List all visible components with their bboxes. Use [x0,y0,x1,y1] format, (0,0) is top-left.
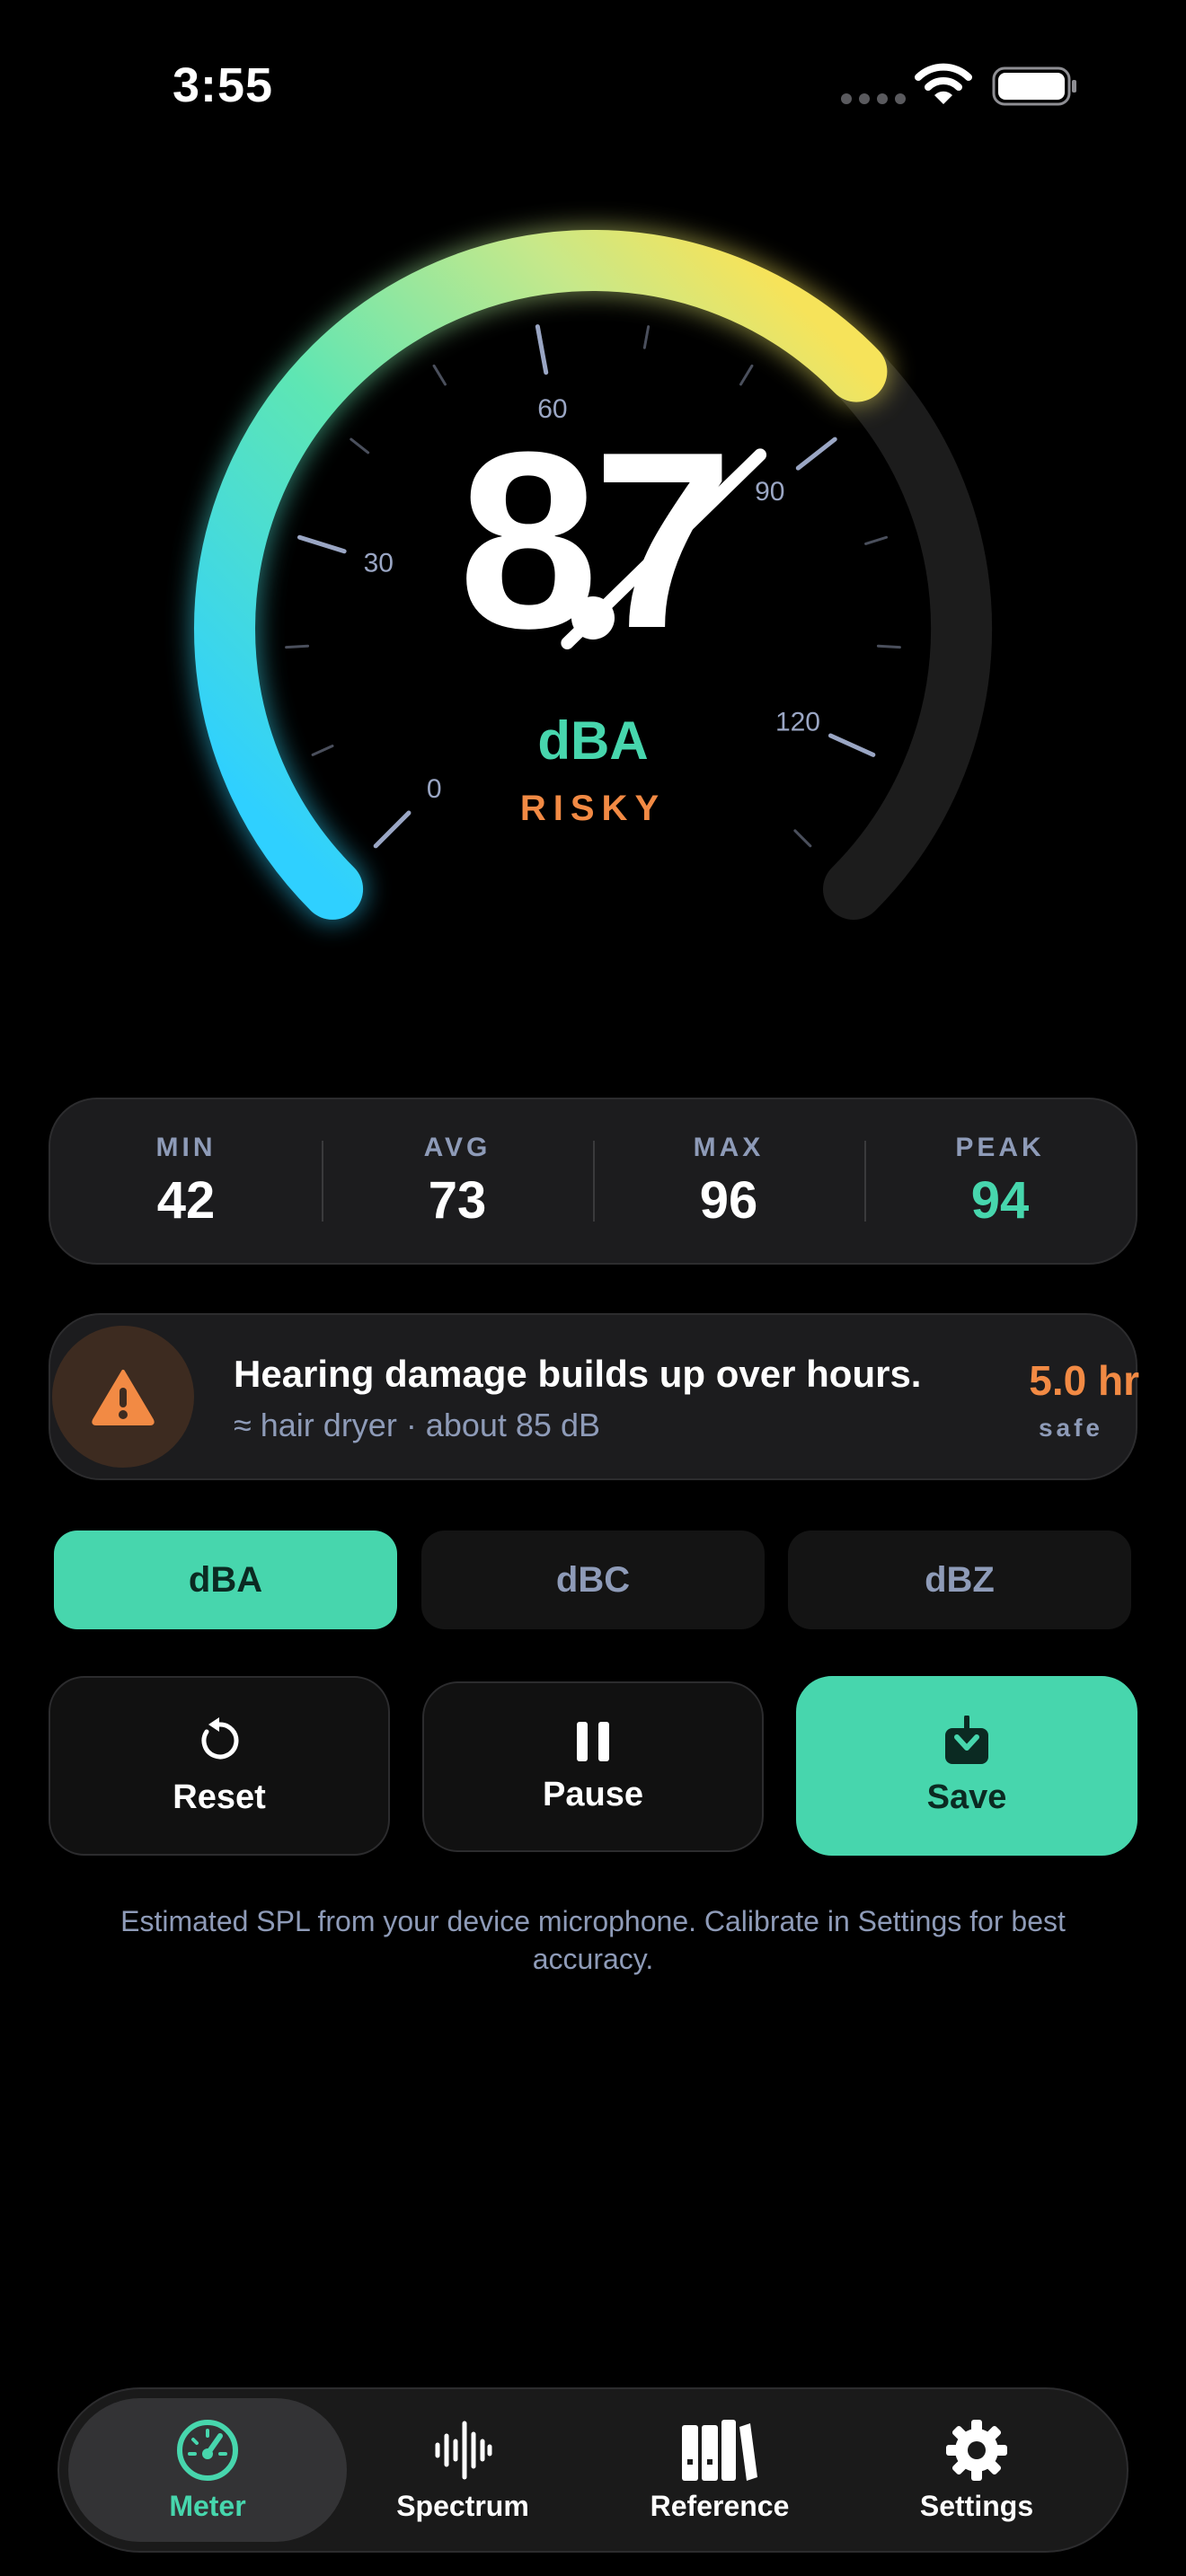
exposure-status-label: RISKY [519,789,667,828]
pause-icon [577,1721,609,1761]
save-label: Save [926,1778,1007,1816]
calibration-footnote: Estimated SPL from your device microphon… [120,1905,1066,1975]
stat-label: AVG [423,1132,491,1162]
save-icon [945,1715,988,1764]
tab-label: Reference [650,2489,790,2522]
weighting-dbc-button[interactable]: dBC [421,1531,765,1629]
waveform-icon [435,2421,492,2479]
tab-reference[interactable]: Reference [580,2398,859,2542]
save-button[interactable]: Save [796,1676,1137,1856]
reset-label: Reset [173,1778,266,1816]
stat-value: 73 [428,1170,487,1230]
gear-icon [946,2419,1007,2481]
warning-title: Hearing damage builds up over hours. [234,1353,922,1395]
safe-duration-label: safe [1038,1414,1103,1442]
stat-label: PEAK [955,1132,1045,1162]
tab-label: Spectrum [396,2489,529,2522]
tab-settings[interactable]: Settings [837,2398,1116,2542]
tab-bar: Meter Spectrum Reference Settings [58,2387,1128,2553]
sound-level-gauge: 0 30 60 90 120 87 dBA RISKY [0,0,1186,1006]
weighting-dba-button[interactable]: dBA [54,1531,397,1629]
safe-duration-value: 5.0 hr [1029,1357,1139,1404]
stat-label: MIN [155,1132,217,1162]
warning-subtitle: ≈ hair dryer · about 85 dB [234,1407,600,1443]
hearing-warning-card[interactable]: Hearing damage builds up over hours. ≈ h… [49,1313,1139,1480]
gauge-needle [561,448,767,649]
stats-card: MIN 42 AVG 73 MAX 96 PEAK 94 [49,1098,1137,1265]
stat-peak: PEAK 94 [864,1099,1136,1263]
stat-value: 42 [156,1170,216,1230]
stat-value: 96 [699,1170,758,1230]
tab-meter[interactable]: Meter [68,2398,347,2542]
books-icon [682,2419,757,2481]
gauge-icon [177,2419,238,2481]
stat-max: MAX 96 [593,1099,864,1263]
stat-min: MIN 42 [50,1099,322,1263]
weighting-unit-label: dBA [537,710,649,771]
stat-value: 94 [970,1170,1030,1230]
pause-label: Pause [543,1775,643,1813]
stat-label: MAX [693,1132,765,1162]
reset-button[interactable]: Reset [49,1676,390,1856]
weighting-dbz-button[interactable]: dBZ [788,1531,1131,1629]
pause-button[interactable]: Pause [422,1681,764,1852]
reset-icon [201,1716,239,1759]
tab-label: Settings [919,2489,1034,2522]
stat-avg: AVG 73 [322,1099,593,1263]
tab-label: Meter [169,2489,246,2522]
warning-triangle-icon [52,1326,194,1468]
tab-spectrum[interactable]: Spectrum [323,2398,602,2542]
